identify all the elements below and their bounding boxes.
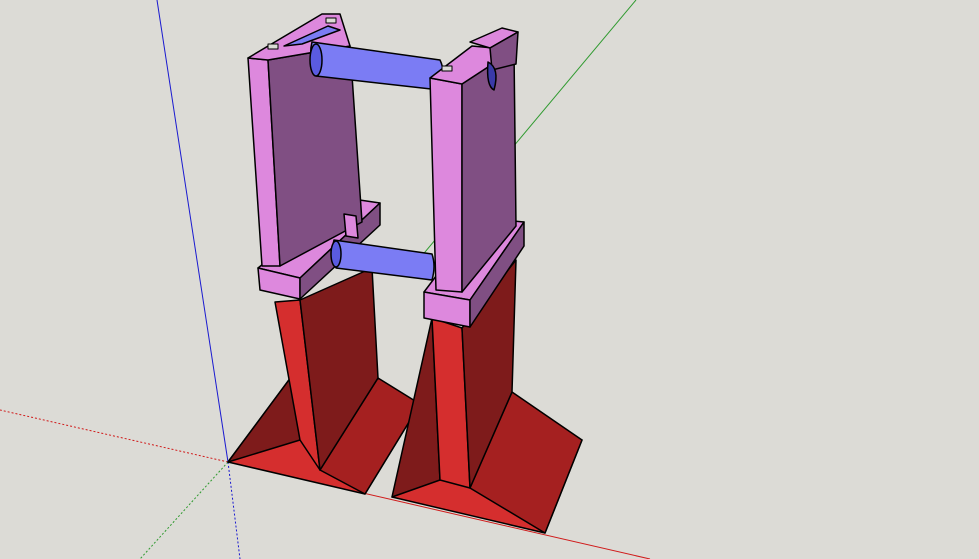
right-block-front: [429, 77, 463, 293]
blue-axis-dotted: [227, 461, 241, 559]
model-canvas[interactable]: [0, 0, 979, 559]
upper-rod-end: [309, 43, 323, 77]
blue-axis: [156, 0, 229, 463]
left-block-hole-b: [325, 17, 337, 24]
3d-viewport[interactable]: [0, 0, 979, 559]
green-axis-dotted: [139, 461, 229, 559]
lower-rod: [331, 239, 435, 281]
right-block-hole: [441, 65, 453, 72]
red-axis-dotted: [0, 409, 229, 463]
left-inner-bracket: [343, 213, 359, 239]
lower-rod-end: [330, 240, 342, 268]
left-base[interactable]: [227, 267, 421, 495]
left-block-hole-a: [267, 43, 279, 50]
